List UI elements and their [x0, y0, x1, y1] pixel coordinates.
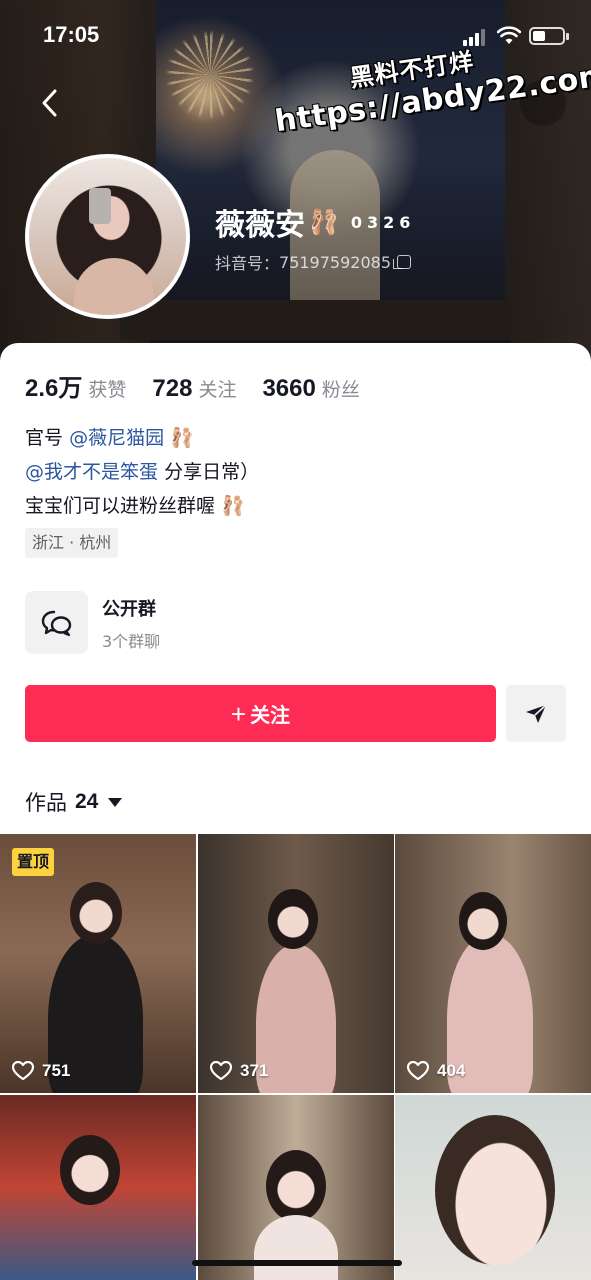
- video-tile[interactable]: [0, 1095, 196, 1280]
- video-tile[interactable]: 371: [198, 834, 394, 1093]
- video-grid: 置顶 751 371 404: [0, 834, 591, 1280]
- bio-line-1: 官号 @薇尼猫园 🩰: [25, 427, 194, 449]
- bio-line-2: @我才不是笨蛋 分享日常）: [25, 461, 260, 483]
- location-tag[interactable]: 浙江 · 杭州: [25, 528, 119, 558]
- chevron-left-icon: [42, 89, 57, 117]
- pinned-badge: 置顶: [12, 848, 55, 876]
- copy-icon[interactable]: [393, 255, 411, 269]
- profile-bio: 官号 @薇尼猫园 🩰 @我才不是笨蛋 分享日常） 宝宝们可以进粉丝群喔 🩰: [25, 421, 259, 523]
- group-subtitle: 3个群聊: [102, 632, 161, 651]
- status-time: 17:05: [43, 22, 100, 47]
- avatar[interactable]: [25, 154, 190, 319]
- heart-icon: [407, 1061, 429, 1081]
- video-tile[interactable]: [198, 1095, 394, 1280]
- send-message-button[interactable]: [506, 685, 566, 742]
- caret-down-icon: [108, 797, 123, 807]
- heart-icon: [12, 1061, 34, 1081]
- video-likes: 404: [437, 1061, 466, 1080]
- douyin-id[interactable]: 抖音号： 75197592085: [215, 250, 411, 274]
- profile-name-row: 薇薇安 🩰 0326: [215, 200, 415, 244]
- group-chat-icon: [25, 591, 88, 654]
- heart-icon: [210, 1061, 232, 1081]
- follow-button[interactable]: + 关注: [25, 685, 496, 742]
- video-tile[interactable]: [395, 1095, 591, 1280]
- stat-likes: 2.6万 获赞: [25, 375, 127, 402]
- profile-name-tag: 0326: [350, 212, 416, 232]
- profile-stats: 2.6万 获赞 728 关注 3660 粉丝: [25, 368, 360, 403]
- send-icon: [526, 703, 547, 723]
- video-tile[interactable]: 404: [395, 834, 591, 1093]
- douyin-id-value: 75197592085: [279, 252, 391, 272]
- stat-following[interactable]: 728 关注: [152, 375, 236, 403]
- video-likes: 371: [240, 1061, 269, 1080]
- mention-link[interactable]: @薇尼猫园: [69, 427, 164, 449]
- ballet-shoes-icon: 🩰: [309, 208, 339, 236]
- bio-line-3: 宝宝们可以进粉丝群喔 🩰: [25, 495, 245, 517]
- video-likes: 751: [42, 1061, 71, 1080]
- ballet-shoes-icon: 🩰: [170, 427, 194, 449]
- plus-icon: +: [230, 698, 247, 729]
- back-button[interactable]: [30, 83, 70, 123]
- group-title: 公开群: [102, 599, 156, 620]
- profile-name: 薇薇安: [215, 208, 305, 243]
- video-tile[interactable]: 置顶 751: [0, 834, 196, 1093]
- public-group-entry[interactable]: 公开群 3个群聊: [25, 591, 565, 655]
- mention-link[interactable]: @我才不是笨蛋: [25, 461, 158, 483]
- ballet-shoes-icon: 🩰: [221, 495, 245, 517]
- home-indicator[interactable]: [192, 1260, 402, 1266]
- works-tab[interactable]: 作品 24: [25, 787, 123, 817]
- stat-followers[interactable]: 3660 粉丝: [262, 375, 359, 403]
